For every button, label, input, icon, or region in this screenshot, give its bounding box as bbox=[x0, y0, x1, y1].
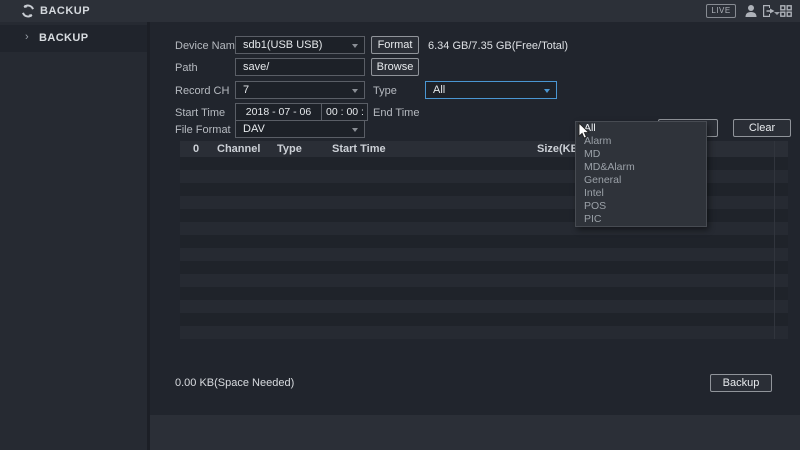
table-row bbox=[180, 287, 788, 300]
type-option[interactable]: PIC bbox=[576, 213, 706, 226]
sidebar: › BACKUP bbox=[0, 22, 147, 450]
col-type: Type bbox=[277, 143, 302, 155]
type-option[interactable]: General bbox=[576, 174, 706, 187]
type-option[interactable]: Intel bbox=[576, 187, 706, 200]
user-icon[interactable] bbox=[745, 4, 757, 18]
type-dropdown[interactable]: All bbox=[425, 81, 557, 99]
type-option[interactable]: POS bbox=[576, 200, 706, 213]
table-row bbox=[180, 326, 788, 339]
table-scrollbar-track bbox=[774, 141, 775, 339]
title-bar: BACKUP LIVE bbox=[0, 0, 800, 22]
type-options-list: AllAlarmMDMD&AlarmGeneralIntelPOSPIC bbox=[575, 121, 707, 227]
backup-panel: Device Name sdb1(USB USB) Format 6.34 GB… bbox=[150, 22, 800, 415]
path-input[interactable]: save/ bbox=[235, 58, 365, 76]
chevron-down-icon bbox=[352, 44, 358, 48]
file-format-dropdown[interactable]: DAV bbox=[235, 120, 365, 138]
device-name-label: Device Name bbox=[175, 40, 241, 52]
browse-button[interactable]: Browse bbox=[371, 58, 419, 76]
clear-button[interactable]: Clear bbox=[733, 119, 791, 137]
mouse-cursor bbox=[578, 122, 592, 140]
backup-button[interactable]: Backup bbox=[710, 374, 772, 392]
space-needed-text: 0.00 KB(Space Needed) bbox=[175, 377, 294, 389]
start-date-value[interactable]: 2018 - 07 - 06 bbox=[236, 104, 321, 120]
logout-icon[interactable] bbox=[762, 4, 775, 18]
table-row bbox=[180, 300, 788, 313]
table-row bbox=[180, 313, 788, 326]
record-ch-dropdown[interactable]: 7 bbox=[235, 81, 365, 99]
file-format-value: DAV bbox=[243, 123, 265, 135]
device-name-value: sdb1(USB USB) bbox=[243, 39, 322, 51]
table-row bbox=[180, 235, 788, 248]
chevron-down-icon bbox=[352, 128, 358, 132]
app-logo-icon bbox=[21, 4, 35, 18]
chevron-right-icon: › bbox=[25, 31, 29, 43]
table-row bbox=[180, 261, 788, 274]
grid-view-icon[interactable] bbox=[780, 4, 792, 18]
type-value: All bbox=[433, 84, 445, 96]
table-row bbox=[180, 248, 788, 261]
record-ch-value: 7 bbox=[243, 84, 249, 96]
file-format-label: File Format bbox=[175, 124, 231, 136]
type-option[interactable]: MD&Alarm bbox=[576, 161, 706, 174]
start-time-input[interactable]: 2018 - 07 - 06 00 : 00 : 00 bbox=[235, 103, 368, 121]
footer-band bbox=[150, 415, 800, 450]
type-option[interactable]: MD bbox=[576, 148, 706, 161]
col-start-time: Start Time bbox=[332, 143, 386, 155]
page-title: BACKUP bbox=[40, 5, 90, 17]
end-time-label: End Time bbox=[373, 107, 419, 119]
sidebar-item-label: BACKUP bbox=[39, 32, 88, 44]
type-option[interactable]: All bbox=[576, 122, 706, 135]
device-name-dropdown[interactable]: sdb1(USB USB) bbox=[235, 36, 365, 54]
live-button[interactable]: LIVE bbox=[706, 4, 736, 18]
path-value: save/ bbox=[243, 61, 269, 73]
record-ch-label: Record CH bbox=[175, 85, 229, 97]
format-button[interactable]: Format bbox=[371, 36, 419, 54]
col-channel: Channel bbox=[217, 143, 260, 155]
start-time-label: Start Time bbox=[175, 107, 225, 119]
col-count: 0 bbox=[193, 143, 199, 155]
type-label: Type bbox=[373, 85, 397, 97]
chevron-down-icon bbox=[352, 89, 358, 93]
path-label: Path bbox=[175, 62, 198, 74]
backup-window: BACKUP LIVE › BACKUP Dev bbox=[0, 0, 800, 450]
table-row bbox=[180, 274, 788, 287]
chevron-down-icon bbox=[544, 89, 550, 93]
type-option[interactable]: Alarm bbox=[576, 135, 706, 148]
capacity-text: 6.34 GB/7.35 GB(Free/Total) bbox=[428, 40, 568, 52]
sidebar-item-backup[interactable]: › BACKUP bbox=[0, 25, 147, 52]
